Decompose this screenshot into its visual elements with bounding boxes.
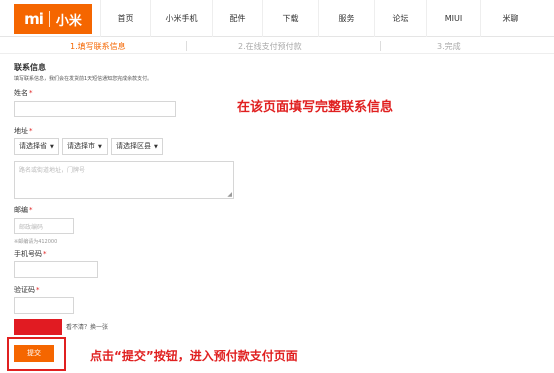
step-divider	[186, 41, 187, 51]
step-divider	[380, 41, 381, 51]
chevron-down-icon: ▼	[154, 144, 158, 150]
nav-item-home[interactable]: 首页	[100, 0, 150, 37]
nav-item-accessories[interactable]: 配件	[212, 0, 262, 37]
nav-item-service[interactable]: 服务	[318, 0, 374, 37]
zip-label-text: 邮编	[14, 206, 28, 214]
logo-mark: mi	[24, 10, 44, 28]
required-mark: *	[29, 206, 33, 214]
nav-item-xiaomi-phone[interactable]: 小米手机	[150, 0, 212, 37]
district-select-value: 请选择区县	[116, 142, 151, 150]
captcha-input[interactable]	[14, 297, 74, 314]
nav-item-miui[interactable]: MIUI	[426, 0, 480, 37]
zip-hint: ※邮编请为412000	[14, 239, 58, 245]
phone-label: 手机号码*	[14, 249, 47, 259]
top-navigation-bar: mi 小米 首页 小米手机 配件 下载 服务 论坛 MIUI 米聊	[0, 0, 554, 37]
required-mark: *	[43, 250, 47, 258]
annotation-bottom: 点击“提交”按钮，进入预付款支付页面	[90, 349, 298, 363]
zip-input[interactable]: 邮政编码	[14, 218, 74, 234]
zip-input-placeholder: 邮政编码	[19, 224, 44, 231]
nav-item-forum[interactable]: 论坛	[374, 0, 426, 37]
resize-handle-icon[interactable]: ◢	[227, 191, 232, 198]
nav-item-download[interactable]: 下载	[262, 0, 318, 37]
province-select[interactable]: 请选择省 ▼	[14, 138, 59, 155]
street-address-textarea[interactable]: 路名或街道地址，门牌号 ◢	[14, 161, 234, 199]
section-description: 填写联系信息，我们会在发货前1天短信通知您完成余款支付。	[14, 76, 153, 82]
province-select-value: 请选择省	[19, 142, 47, 150]
captcha-image[interactable]	[14, 319, 62, 335]
name-label: 姓名*	[14, 88, 33, 98]
annotation-top: 在该页面填写完整联系信息	[237, 100, 394, 115]
logo-text: 小米	[55, 13, 82, 29]
captcha-refresh-link[interactable]: 看不清？换一张	[66, 322, 108, 331]
captcha-label-text: 验证码	[14, 286, 35, 294]
phone-input[interactable]	[14, 261, 98, 278]
street-address-placeholder: 路名或街道地址，门牌号	[19, 167, 86, 174]
submit-button[interactable]: 提交	[14, 345, 54, 362]
district-select[interactable]: 请选择区县 ▼	[111, 138, 163, 155]
address-label-text: 地址	[14, 127, 28, 135]
chevron-down-icon: ▼	[98, 144, 102, 150]
required-mark: *	[36, 286, 40, 294]
chevron-down-icon: ▼	[50, 144, 54, 150]
nav-item-miliao[interactable]: 米聊	[480, 0, 540, 37]
section-title: 联系信息	[14, 63, 46, 72]
mi-logo[interactable]: mi 小米	[14, 4, 92, 34]
step-online-payment: 2.在线支付预付款	[238, 42, 302, 51]
phone-label-text: 手机号码	[14, 250, 42, 258]
name-input[interactable]	[14, 101, 176, 117]
required-mark: *	[29, 89, 33, 97]
logo-divider	[48, 11, 50, 27]
city-select-value: 请选择市	[67, 142, 95, 150]
required-mark: *	[29, 127, 33, 135]
city-select[interactable]: 请选择市 ▼	[62, 138, 108, 155]
step-complete: 3.完成	[437, 42, 461, 51]
step-fill-contact: 1.填写联系信息	[70, 42, 126, 51]
name-label-text: 姓名	[14, 89, 28, 97]
address-label: 地址*	[14, 126, 33, 136]
order-steps: 1.填写联系信息 2.在线支付预付款 3.完成	[0, 38, 554, 54]
zip-label: 邮编*	[14, 205, 33, 215]
captcha-label: 验证码*	[14, 285, 40, 295]
